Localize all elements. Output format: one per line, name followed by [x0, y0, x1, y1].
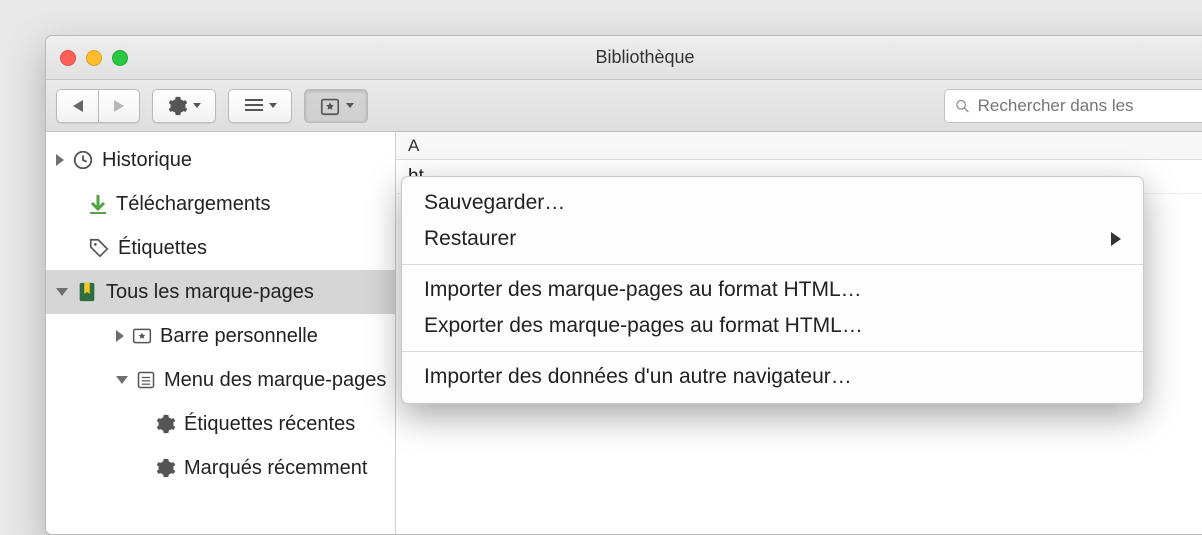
sidebar-label: Étiquettes [118, 237, 207, 260]
chevron-down-icon [193, 103, 201, 108]
menu-item-import-html[interactable]: Importer des marque-pages au format HTML… [402, 272, 1143, 308]
column-header-a[interactable]: A [396, 132, 1202, 160]
triangle-right-icon [113, 99, 125, 113]
menu-label: Importer des marque-pages au format HTML… [424, 278, 1121, 302]
menu-label: Importer des données d'un autre navigate… [424, 365, 1121, 389]
bookmark-book-icon [76, 281, 98, 303]
chevron-down-icon [269, 103, 277, 108]
menu-item-export-html[interactable]: Exporter des marque-pages au format HTML… [402, 308, 1143, 344]
sidebar-item-downloads[interactable]: Téléchargements [46, 182, 395, 226]
import-export-menu: Sauvegarder… Restaurer Importer des marq… [401, 176, 1144, 404]
menu-label: Restaurer [424, 227, 1099, 251]
disclosure-triangle-icon[interactable] [116, 376, 128, 384]
sidebar-label: Téléchargements [116, 193, 271, 216]
sidebar-label: Étiquettes récentes [184, 413, 355, 436]
star-box-icon [319, 95, 341, 117]
library-window: Bibliothèque [45, 35, 1202, 535]
search-input[interactable] [978, 96, 1202, 116]
nav-group [56, 89, 140, 123]
toolbar [46, 80, 1202, 132]
menu-label: Exporter des marque-pages au format HTML… [424, 314, 1121, 338]
sidebar: Historique Téléchargements Étiquettes To… [46, 132, 396, 534]
menu-item-restore[interactable]: Restaurer [402, 221, 1143, 257]
sidebar-item-tags[interactable]: Étiquettes [46, 226, 395, 270]
window-title: Bibliothèque [46, 47, 1202, 68]
sidebar-item-all-bookmarks[interactable]: Tous les marque-pages [46, 270, 395, 314]
search-field[interactable] [944, 89, 1202, 123]
views-menu-button[interactable] [228, 89, 292, 123]
sidebar-label: Historique [102, 149, 192, 172]
disclosure-triangle-icon[interactable] [56, 154, 64, 166]
sidebar-label: Menu des marque-pages [164, 369, 386, 392]
menu-label: Sauvegarder… [424, 191, 1121, 215]
forward-button[interactable] [98, 89, 140, 123]
menu-separator [402, 264, 1143, 265]
submenu-arrow-icon [1111, 232, 1121, 246]
sidebar-label: Tous les marque-pages [106, 281, 314, 304]
sidebar-item-recently-bookmarked[interactable]: Marqués récemment [46, 446, 395, 490]
sidebar-item-bookmarks-menu[interactable]: Menu des marque-pages [46, 358, 395, 402]
list-lines-icon [244, 98, 264, 114]
menu-item-import-other[interactable]: Importer des données d'un autre navigate… [402, 359, 1143, 395]
tag-icon [88, 237, 110, 259]
chevron-down-icon [346, 103, 354, 108]
gear-icon [168, 96, 188, 116]
gear-icon [156, 414, 176, 434]
menu-separator [402, 351, 1143, 352]
titlebar: Bibliothèque [46, 36, 1202, 80]
gear-icon [156, 458, 176, 478]
sidebar-label: Barre personnelle [160, 325, 318, 348]
menu-item-backup[interactable]: Sauvegarder… [402, 185, 1143, 221]
import-export-menu-button[interactable] [304, 89, 368, 123]
sidebar-item-recent-tags[interactable]: Étiquettes récentes [46, 402, 395, 446]
toolbar-star-icon [132, 326, 152, 346]
sidebar-item-history[interactable]: Historique [46, 138, 395, 182]
clock-icon [72, 149, 94, 171]
sidebar-item-bookmarks-toolbar[interactable]: Barre personnelle [46, 314, 395, 358]
download-arrow-icon [88, 193, 108, 215]
search-icon [955, 98, 970, 114]
disclosure-triangle-icon[interactable] [116, 330, 124, 342]
triangle-left-icon [72, 99, 84, 113]
menu-list-icon [136, 370, 156, 390]
back-button[interactable] [56, 89, 98, 123]
disclosure-triangle-icon[interactable] [56, 288, 68, 296]
sidebar-label: Marqués récemment [184, 457, 367, 480]
organize-menu-button[interactable] [152, 89, 216, 123]
